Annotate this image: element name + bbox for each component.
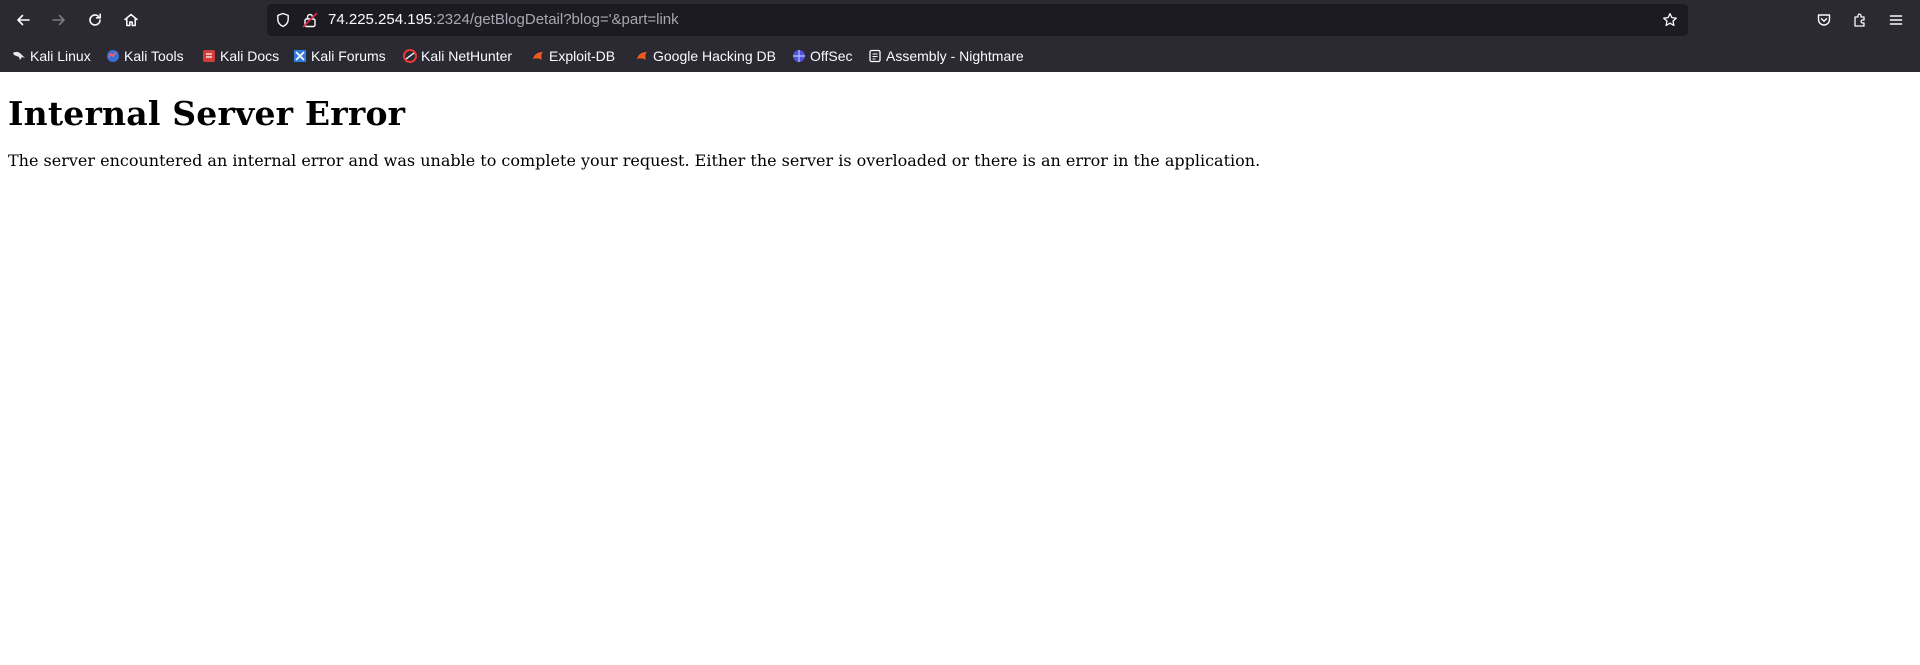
bookmark-label: Kali Forums — [311, 48, 386, 64]
bookmark-exploit-db[interactable]: Exploit-DB — [531, 46, 615, 66]
bookmark-label: Google Hacking DB — [653, 48, 776, 64]
bookmark-kali-docs[interactable]: Kali Docs — [202, 46, 279, 66]
bookmark-star-icon[interactable] — [1662, 12, 1678, 28]
page-title: Internal Server Error — [8, 94, 406, 133]
bookmark-label: Kali Linux — [30, 48, 91, 64]
ghdb-icon — [635, 49, 649, 63]
menu-button[interactable] — [1882, 6, 1910, 34]
bookmark-label: Kali Tools — [124, 48, 184, 64]
kali-forums-icon — [293, 49, 307, 63]
bookmark-google-hacking-db[interactable]: Google Hacking DB — [635, 46, 776, 66]
page-content: Internal Server Error The server encount… — [0, 94, 1920, 172]
bookmark-label: OffSec — [810, 48, 853, 64]
home-icon — [124, 13, 138, 27]
address-bar[interactable]: 74.225.254.195:2324/getBlogDetail?blog='… — [267, 4, 1688, 36]
forward-button[interactable] — [45, 6, 73, 34]
bookmarks-toolbar: Kali Linux Kali Tools Kali Docs Kali For… — [0, 40, 1920, 72]
bookmark-assembly-nightmare[interactable]: Assembly - Nightmare — [868, 46, 1024, 66]
arrow-left-icon — [17, 14, 30, 26]
exploit-db-icon — [531, 49, 545, 63]
bookmark-kali-tools[interactable]: Kali Tools — [106, 46, 184, 66]
bookmark-kali-nethunter[interactable]: Kali NetHunter — [403, 46, 512, 66]
kali-docs-icon — [202, 49, 216, 63]
error-message: The server encountered an internal error… — [8, 151, 1261, 170]
browser-chrome: 74.225.254.195:2324/getBlogDetail?blog='… — [0, 0, 1920, 72]
url-text[interactable]: 74.225.254.195:2324/getBlogDetail?blog='… — [328, 4, 679, 36]
url-path: :2324/getBlogDetail?blog='&part=link — [432, 11, 679, 28]
reload-icon — [89, 13, 101, 26]
bookmark-label: Exploit-DB — [549, 48, 616, 64]
kali-dragon-icon — [12, 49, 26, 63]
bookmark-label: Assembly - Nightmare — [886, 48, 1024, 64]
home-button[interactable] — [117, 6, 145, 34]
bookmark-kali-linux[interactable]: Kali Linux — [12, 46, 91, 66]
document-icon — [868, 49, 882, 63]
kali-tools-icon — [106, 49, 120, 63]
reload-button[interactable] — [81, 6, 109, 34]
shield-icon[interactable] — [275, 12, 291, 28]
offsec-icon — [792, 49, 806, 63]
navigation-toolbar: 74.225.254.195:2324/getBlogDetail?blog='… — [0, 0, 1920, 40]
insecure-lock-icon[interactable] — [302, 12, 318, 28]
puzzle-piece-icon — [1854, 13, 1865, 27]
nethunter-icon — [403, 49, 417, 63]
extensions-button[interactable] — [1846, 6, 1874, 34]
hamburger-menu-icon — [1889, 15, 1903, 25]
bookmark-offsec[interactable]: OffSec — [792, 46, 853, 66]
arrow-right-icon — [52, 14, 65, 26]
back-button[interactable] — [9, 6, 37, 34]
url-host: 74.225.254.195 — [328, 11, 433, 28]
bookmark-label: Kali NetHunter — [421, 48, 513, 64]
bookmark-kali-forums[interactable]: Kali Forums — [293, 46, 386, 66]
pocket-button[interactable] — [1810, 6, 1838, 34]
pocket-icon — [1817, 14, 1831, 26]
bookmark-label: Kali Docs — [220, 48, 280, 64]
